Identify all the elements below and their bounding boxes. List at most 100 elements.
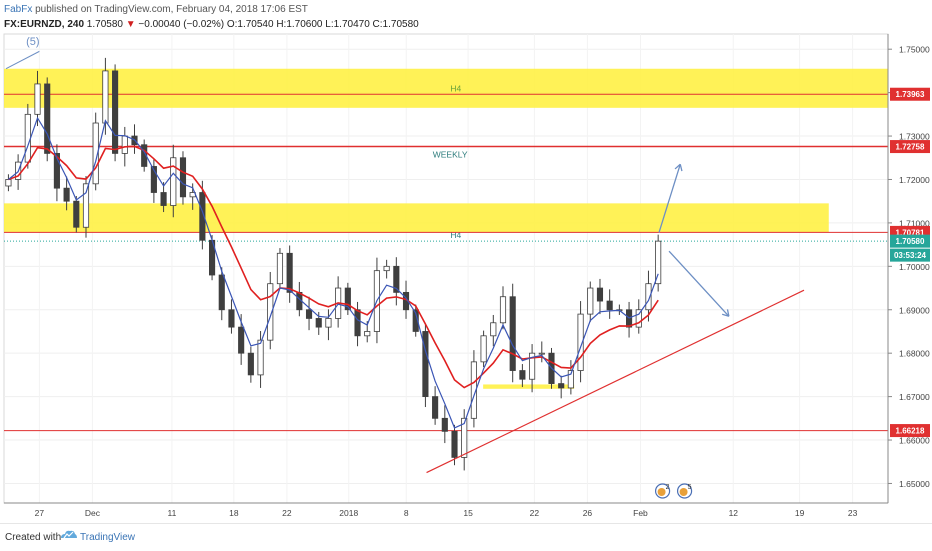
candle-body [218,274,225,311]
candle-body [325,318,332,328]
trendline [426,289,805,474]
x-tick-label: 22 [530,508,540,518]
low-label: L: [325,19,334,30]
candle-body [170,157,177,206]
zone-rect [4,203,829,233]
y-tick-label: 1.73000 [899,132,930,142]
x-tick-label: 19 [795,508,805,518]
candle-body [558,383,565,389]
price-label: 1.73963 [896,90,925,99]
author-link[interactable]: FabFx [4,4,32,15]
candle-body [286,252,293,293]
x-tick-label: Dec [85,508,101,518]
price-label: 03:53:24 [894,251,927,260]
candle-body [247,352,254,376]
slow-ma-line [8,145,659,389]
candle-body [276,252,284,285]
candle-body [480,335,487,363]
candle-body [354,309,361,337]
x-tick-label: Feb [633,508,648,518]
x-tick-label: 11 [168,508,177,518]
open-value: 1.70540 [237,19,274,30]
change-value: −0.00040 (−0.02%) [138,19,225,30]
bearish-arrow [668,250,730,317]
publish-line: FabFx published on TradingView.com, Febr… [4,4,308,15]
zone-label: H4 [450,230,461,240]
high-label: H: [276,19,287,30]
ohlc-legend: FX:EURNZD, 240 1.70580 ▼ −0.00040 (−0.02… [4,19,419,30]
candle-body [305,309,313,319]
candle-body [73,200,80,228]
y-tick-label: 1.72000 [899,175,930,185]
created-with-text: Created with [5,532,62,543]
event-markers[interactable]: 25 [654,483,693,499]
time-axis[interactable]: 27 Dec 11 18 22 2018 8 15 22 26 Feb 12 19 23 [4,502,888,518]
tradingview-logo-icon[interactable] [60,528,78,542]
candle-body [44,83,51,154]
x-tick-label: 23 [848,508,858,518]
candle-body [34,83,41,115]
close-value: 1.70580 [382,19,419,30]
candle-body [63,187,70,202]
x-tick-label: 27 [35,508,45,518]
candle-body [257,339,264,376]
tradingview-brand[interactable]: TradingView [80,532,135,543]
candle-body [451,430,458,458]
zone-label: H4 [450,83,461,93]
candle-body [490,322,497,337]
x-tick-label: 15 [463,508,473,518]
x-tick-label: 2018 [339,508,358,518]
candle-body [441,417,448,432]
candle-body [519,370,526,380]
y-tick-label: 1.67000 [899,392,930,402]
close-label: C: [372,19,383,30]
wave-line [5,50,40,70]
symbol-label[interactable]: FX:EURNZD, 240 [4,19,84,30]
footer-bar: Created with TradingView [0,523,932,551]
y-tick-label: 1.75000 [899,45,930,55]
candle-body [24,113,31,163]
candle-body [315,318,322,328]
candle-body [509,296,516,371]
support-resistance-zones: H4 H4 [4,68,888,389]
chart-canvas[interactable]: H4H4 WEEKLY (5) 1.750001.740001.730001.7… [0,0,932,523]
x-tick-label: 12 [729,508,739,518]
event-flag-icon [657,488,666,496]
candle-body [238,326,245,354]
candle-body [228,309,235,328]
price-label: 1.72758 [896,143,925,152]
event-count: 5 [688,484,692,491]
candle-body [432,396,439,419]
candle-body [102,70,109,124]
price-label: 1.66218 [896,427,925,436]
wave-label: (5) [26,36,39,48]
down-arrow-icon: ▼ [125,19,136,30]
zone-rect [4,68,888,108]
event-count: 2 [666,484,670,491]
x-tick-label: 8 [404,508,409,518]
x-tick-label: 22 [282,508,292,518]
price-axis[interactable]: 1.750001.740001.730001.720001.710001.700… [887,34,930,503]
low-value: 1.70470 [333,19,370,30]
y-tick-label: 1.65000 [899,479,930,489]
published-text: published on TradingView.com, February 0… [35,4,308,15]
y-tick-label: 1.68000 [899,349,930,359]
candle-body [596,287,604,302]
candle-body [179,157,187,198]
price-label: 1.70580 [896,237,925,246]
candle-body [5,179,12,187]
level-label: WEEKLY [433,150,468,160]
candle-body [587,287,594,315]
candle-body [121,135,128,154]
candle-body [82,183,90,228]
candle-body [112,70,119,154]
y-tick-label: 1.70000 [899,262,930,272]
x-tick-label: 18 [229,508,239,518]
open-label: O: [226,19,238,30]
candle-body [160,192,167,206]
candle-body [383,265,390,272]
high-value: 1.70600 [286,19,323,30]
y-tick-label: 1.69000 [899,305,930,315]
event-flag-icon [679,488,688,496]
candle-body [606,300,613,311]
